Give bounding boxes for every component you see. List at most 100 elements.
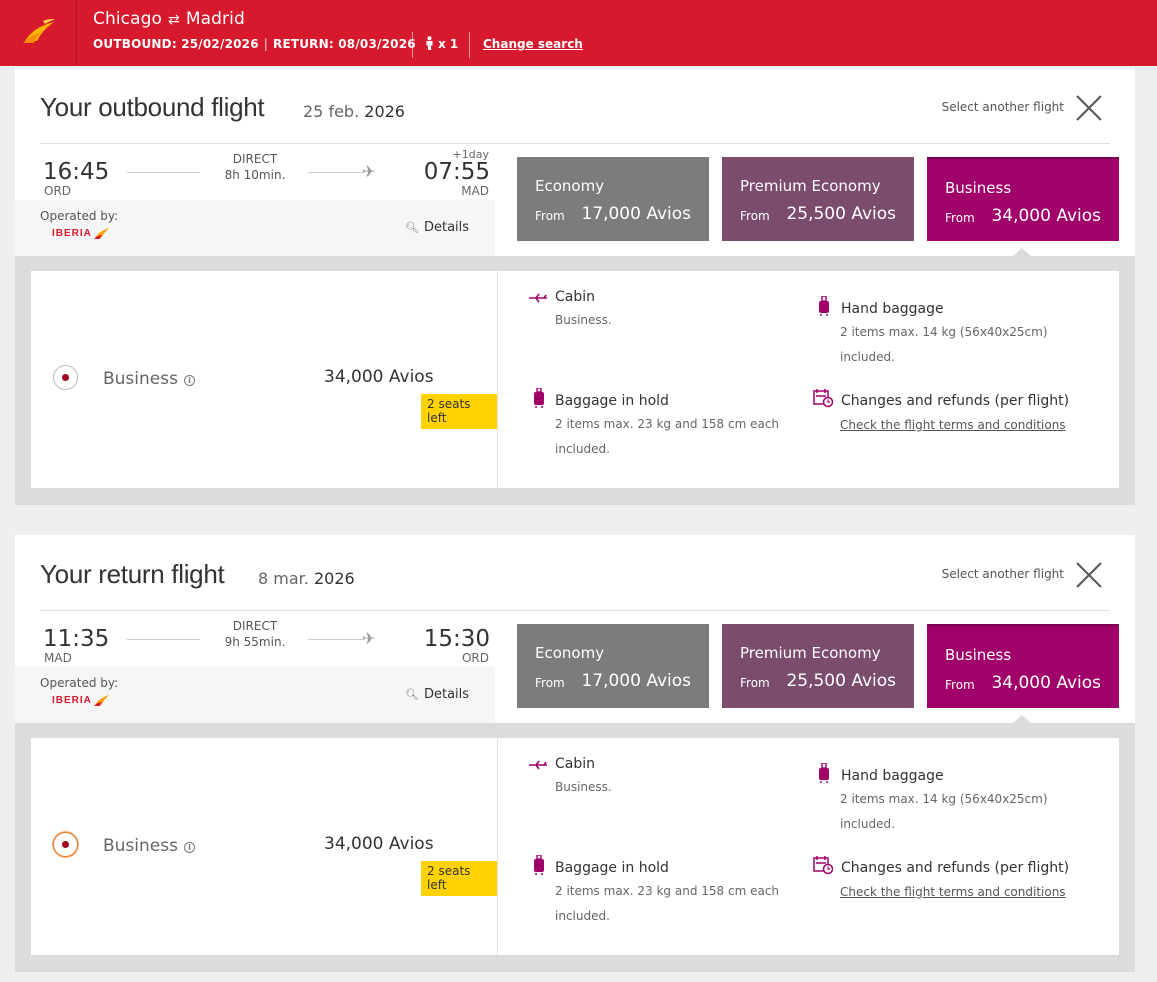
fare-option: Business i 34,000 Avios 2 seats left bbox=[31, 738, 498, 955]
hand-baggage-included: included. bbox=[840, 350, 895, 364]
fare-business[interactable]: Business From 34,000 Avios bbox=[927, 624, 1119, 708]
hold-baggage-icon bbox=[534, 855, 544, 875]
search-icon: 🔍︎ bbox=[405, 688, 419, 701]
hand-baggage-icon bbox=[819, 763, 829, 783]
fare-price: 17,000 Avios bbox=[581, 671, 691, 691]
route-line bbox=[308, 639, 363, 640]
details-label: Details bbox=[423, 220, 470, 235]
fare-option-name: Business i bbox=[103, 836, 195, 856]
fare-price: 25,500 Avios bbox=[786, 671, 896, 691]
direct-label: DIRECT bbox=[232, 152, 278, 166]
fare-option-price: 34,000 Avios bbox=[324, 367, 434, 387]
destination-city: Madrid bbox=[185, 9, 245, 29]
flight-date: 8 mar. 2026 bbox=[258, 569, 355, 588]
hand-baggage-text: 2 items max. 14 kg (56x40x25cm) bbox=[840, 325, 1048, 339]
operated-by-label: Operated by: bbox=[40, 209, 119, 223]
change-search-link[interactable]: Change search bbox=[483, 37, 583, 51]
plane-cabin-icon bbox=[529, 293, 547, 303]
details-link[interactable]: 🔍︎ Details bbox=[405, 220, 469, 235]
terms-conditions-link[interactable]: Check the flight terms and conditions bbox=[840, 885, 1066, 899]
return-date: RETURN: 08/03/2026 bbox=[273, 37, 416, 51]
arrival-airport: MAD bbox=[461, 184, 489, 198]
fare-name: Economy bbox=[535, 177, 605, 195]
flight-date-day: 8 mar. bbox=[258, 569, 309, 588]
fare-name: Business bbox=[945, 646, 1012, 664]
selected-fare-pointer bbox=[1012, 248, 1032, 257]
seats-left-badge: 2 seats left bbox=[421, 861, 497, 896]
hand-baggage-text: 2 items max. 14 kg (56x40x25cm) bbox=[840, 792, 1048, 806]
close-icon[interactable] bbox=[1075, 561, 1103, 589]
select-another-flight-link[interactable]: Select another flight bbox=[942, 100, 1064, 114]
cabin-text: Business. bbox=[555, 313, 612, 327]
iberia-logo[interactable] bbox=[0, 0, 77, 66]
hold-baggage-included: included. bbox=[555, 909, 610, 923]
details-label: Details bbox=[423, 687, 470, 702]
fare-premium-economy[interactable]: Premium Economy From 25,500 Avios bbox=[722, 624, 914, 708]
operated-by-row: Operated by: IBERIA 🔍︎ Details bbox=[15, 667, 495, 723]
airline-name: IBERIA bbox=[52, 695, 92, 706]
fare-price: 34,000 Avios bbox=[991, 673, 1101, 693]
close-icon[interactable] bbox=[1075, 94, 1103, 122]
cabin-title: Cabin bbox=[555, 756, 596, 772]
swap-icon: ⇄ bbox=[168, 12, 180, 28]
fare-detail-panel: Business i 34,000 Avios 2 seats left Cabi… bbox=[31, 271, 1119, 488]
fare-from-label: From bbox=[740, 209, 770, 223]
iberia-logo-icon bbox=[23, 19, 55, 43]
fare-radio[interactable] bbox=[53, 365, 78, 390]
fare-radio[interactable] bbox=[53, 832, 78, 857]
arrival-time: 07:55 bbox=[423, 159, 490, 185]
fare-price: 17,000 Avios bbox=[581, 204, 691, 224]
fare-price: 34,000 Avios bbox=[991, 206, 1101, 226]
arrival-time: 15:30 bbox=[423, 626, 490, 652]
fare-name: Premium Economy bbox=[740, 644, 881, 662]
changes-title: Changes and refunds (per flight) bbox=[841, 393, 1070, 409]
fare-from-label: From bbox=[945, 678, 975, 692]
hold-baggage-included: included. bbox=[555, 442, 610, 456]
plane-cabin-icon bbox=[529, 760, 547, 770]
operated-by-label: Operated by: bbox=[40, 676, 119, 690]
direct-label: DIRECT bbox=[232, 619, 278, 633]
fare-name: Economy bbox=[535, 644, 605, 662]
departure-time: 16:45 bbox=[43, 159, 110, 185]
trip-dates: OUTBOUND: 25/02/2026 | RETURN: 08/03/2026 bbox=[93, 37, 416, 51]
flight-date-year: 2026 bbox=[313, 569, 355, 588]
airline-logo: IBERIA bbox=[52, 227, 110, 239]
flight-title: Your outbound flight bbox=[40, 92, 265, 122]
hold-baggage-title: Baggage in hold bbox=[555, 393, 669, 409]
route-line bbox=[308, 172, 363, 173]
terms-conditions-link[interactable]: Check the flight terms and conditions bbox=[840, 418, 1066, 432]
info-icon[interactable]: i bbox=[183, 375, 195, 386]
plane-icon: ✈ bbox=[362, 162, 376, 181]
hold-baggage-text: 2 items max. 23 kg and 158 cm each bbox=[555, 884, 780, 898]
fare-detail-panel: Business i 34,000 Avios 2 seats left Cabi… bbox=[31, 738, 1119, 955]
route-title: Chicago ⇄ Madrid bbox=[93, 9, 245, 29]
info-icon[interactable]: i bbox=[183, 842, 195, 853]
changes-title: Changes and refunds (per flight) bbox=[841, 860, 1070, 876]
calendar-refund-icon bbox=[813, 856, 833, 875]
airline-logo: IBERIA bbox=[52, 694, 110, 706]
flight-date: 25 feb. 2026 bbox=[303, 102, 405, 121]
fare-premium-economy[interactable]: Premium Economy From 25,500 Avios bbox=[722, 157, 914, 241]
seats-left-badge: 2 seats left bbox=[421, 394, 497, 429]
fare-business[interactable]: Business From 34,000 Avios bbox=[927, 157, 1119, 241]
hand-baggage-title: Hand baggage bbox=[841, 301, 944, 317]
departure-airport: ORD bbox=[44, 184, 72, 198]
flight-duration: 9h 55min. bbox=[224, 635, 286, 649]
fare-option-name: Business i bbox=[103, 369, 195, 389]
fare-economy[interactable]: Economy From 17,000 Avios bbox=[517, 624, 709, 708]
hand-baggage-title: Hand baggage bbox=[841, 768, 944, 784]
details-link[interactable]: 🔍︎ Details bbox=[405, 687, 469, 702]
fare-from-label: From bbox=[535, 676, 565, 690]
return-flight-card: Your return flight 8 mar. 2026 Select an… bbox=[15, 535, 1135, 972]
select-another-flight-link[interactable]: Select another flight bbox=[942, 567, 1064, 581]
outbound-date: OUTBOUND: 25/02/2026 bbox=[93, 37, 259, 51]
fare-name: Business bbox=[945, 179, 1012, 197]
fare-name: Premium Economy bbox=[740, 177, 881, 195]
operated-by-row: Operated by: IBERIA 🔍︎ Details bbox=[15, 200, 495, 256]
origin-city: Chicago bbox=[93, 9, 163, 29]
separator: | bbox=[263, 37, 269, 51]
fare-from-label: From bbox=[535, 209, 565, 223]
plane-icon: ✈ bbox=[362, 629, 376, 648]
fare-economy[interactable]: Economy From 17,000 Avios bbox=[517, 157, 709, 241]
passenger-count: x 1 bbox=[412, 32, 471, 58]
